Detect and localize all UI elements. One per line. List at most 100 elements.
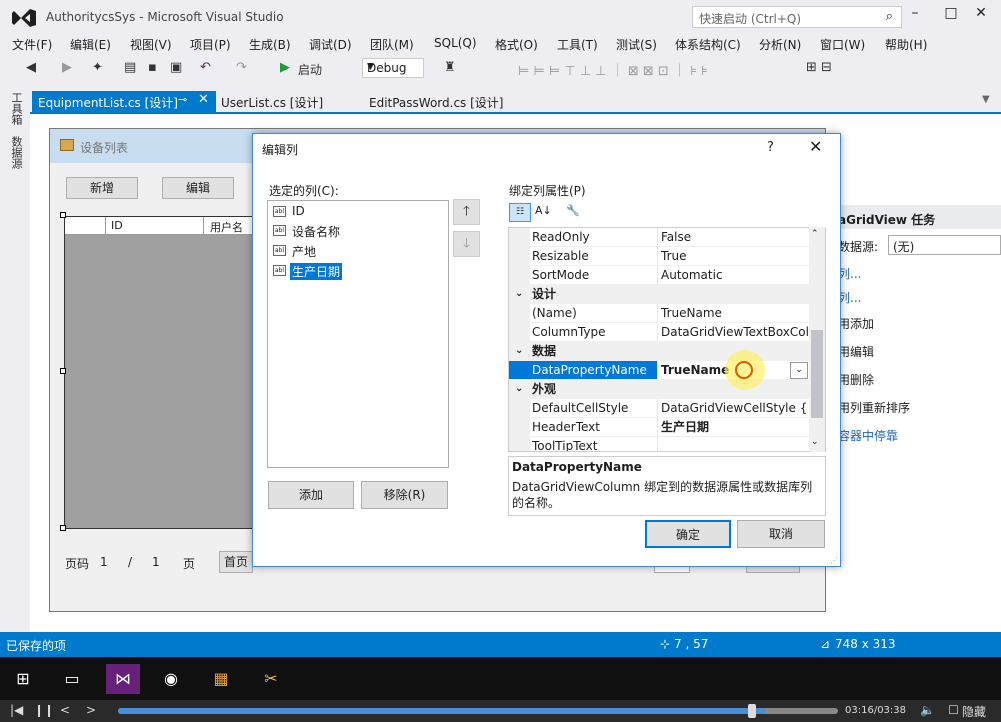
tab-equipment-list[interactable]: EquipmentList.cs [设计] ⊸ ✕ xyxy=(32,91,216,112)
start-play-icon[interactable]: ▶ xyxy=(280,60,290,75)
scroll-down-icon[interactable]: ⌄ xyxy=(811,437,819,447)
resize-handle[interactable] xyxy=(60,368,66,374)
edit-button[interactable]: 编辑 xyxy=(162,177,234,199)
prop-row-readonly[interactable]: ReadOnly False xyxy=(509,228,809,247)
menu-debug[interactable]: 调试(D) xyxy=(309,36,352,53)
media-player-icon[interactable]: ◉ xyxy=(154,664,188,694)
menu-build[interactable]: 生成(B) xyxy=(249,36,291,53)
ok-button[interactable]: 确定 xyxy=(645,520,731,548)
prop-row-sortmode[interactable]: SortMode Automatic xyxy=(509,266,809,285)
start-label[interactable]: 启动 xyxy=(298,61,322,78)
selected-columns-list[interactable] xyxy=(267,200,449,468)
menu-sql[interactable]: SQL(Q) xyxy=(434,36,477,50)
prop-row-defaultcellstyle[interactable]: DefaultCellStyle DataGridViewCellStyle { … xyxy=(509,399,809,418)
menu-tools[interactable]: 工具(T) xyxy=(557,36,598,53)
dock-in-container-link[interactable]: 容器中停靠 xyxy=(838,427,898,444)
add-column-link[interactable]: 列... xyxy=(838,289,861,306)
paint-icon[interactable]: ▦ xyxy=(204,664,238,694)
volume-icon[interactable]: 🔈 xyxy=(920,703,935,717)
search-icon[interactable]: ⌕ xyxy=(886,9,893,24)
menu-file[interactable]: 文件(F) xyxy=(12,36,52,53)
property-pages-icon[interactable]: 🔧 xyxy=(566,204,580,217)
quick-launch-input[interactable]: 快速启动 (Ctrl+Q) ⌕ xyxy=(692,6,902,28)
category-design[interactable]: ⌄ 设计 xyxy=(509,285,809,304)
enable-column-reorder-checkbox[interactable]: 用列重新排序 xyxy=(838,399,910,416)
close-tab-icon[interactable]: ✕ xyxy=(198,92,209,107)
prop-value[interactable] xyxy=(659,437,809,451)
alphabetical-sort-icon[interactable]: A↓ xyxy=(535,204,552,217)
windows-start-icon[interactable]: ⊞ xyxy=(6,664,40,694)
tab-edit-password[interactable]: EditPassWord.cs [设计] xyxy=(369,94,503,111)
save-all-icon[interactable]: ▣ xyxy=(170,60,182,75)
menu-project[interactable]: 项目(P) xyxy=(190,36,231,53)
menu-format[interactable]: 格式(O) xyxy=(495,36,538,53)
cancel-button[interactable]: 取消 xyxy=(737,520,825,548)
find-icon[interactable]: ♜ xyxy=(444,60,456,75)
close-dialog-icon[interactable]: ✕ xyxy=(809,137,822,156)
close-window-button[interactable]: ✕ xyxy=(966,5,996,25)
redo-icon[interactable]: ↷ xyxy=(236,60,247,75)
hide-label[interactable]: 隐藏 xyxy=(962,703,986,720)
resize-handle[interactable] xyxy=(60,212,66,218)
menu-test[interactable]: 测试(S) xyxy=(616,36,657,53)
datasource-select[interactable]: (无) xyxy=(888,235,1001,255)
next-icon[interactable]: > xyxy=(86,703,96,717)
toolbox-tab[interactable]: 工具箱 xyxy=(8,92,23,125)
add-column-button[interactable]: 添加 xyxy=(268,481,354,509)
add-new-button[interactable]: 新增 xyxy=(66,177,138,199)
menu-team[interactable]: 团队(M) xyxy=(370,36,414,53)
menu-edit[interactable]: 编辑(E) xyxy=(70,36,111,53)
resize-handle[interactable] xyxy=(60,525,66,531)
collapse-icon[interactable]: ⌄ xyxy=(515,380,523,398)
resize-grip-icon[interactable]: ⋰ xyxy=(830,556,838,565)
enable-editing-checkbox[interactable]: 用编辑 xyxy=(838,343,874,360)
scrollbar-thumb[interactable] xyxy=(811,330,823,418)
tab-overflow-icon[interactable]: ▼ xyxy=(982,94,990,105)
remove-column-button[interactable]: 移除(R) xyxy=(361,481,448,509)
prop-row-resizable[interactable]: Resizable True xyxy=(509,247,809,266)
pin-icon[interactable]: ⊸ xyxy=(178,93,187,106)
open-file-icon[interactable]: ▤ xyxy=(124,60,136,75)
categorized-view-icon[interactable]: ☷ xyxy=(509,203,531,222)
prop-row-tooltiptext[interactable]: ToolTipText xyxy=(509,437,809,451)
first-page-button[interactable]: 首页 xyxy=(219,551,253,573)
datasource-tab[interactable]: 数据源 xyxy=(8,136,23,169)
enable-deleting-checkbox[interactable]: 用删除 xyxy=(838,371,874,388)
move-down-button[interactable]: 🡓 xyxy=(453,231,480,257)
new-project-icon[interactable]: ✦ xyxy=(92,60,103,75)
back-icon[interactable]: ◀ xyxy=(26,60,36,75)
category-appearance[interactable]: ⌄ 外观 xyxy=(509,380,809,399)
prop-value[interactable]: TrueName xyxy=(659,304,809,323)
prop-value[interactable]: DataGridViewTextBoxColu xyxy=(659,323,809,342)
category-data[interactable]: ⌄ 数据 xyxy=(509,342,809,361)
prop-value[interactable]: Automatic xyxy=(659,266,809,285)
forward-icon[interactable]: ▶ xyxy=(62,60,72,75)
solution-config-select[interactable]: Debug ▼ xyxy=(362,58,424,78)
seek-handle[interactable] xyxy=(748,704,756,718)
visual-studio-taskbar-icon[interactable]: ⋈ xyxy=(106,664,140,694)
prop-value[interactable]: False xyxy=(659,228,809,247)
data-grid-view[interactable] xyxy=(64,216,260,529)
enable-adding-checkbox[interactable]: 用添加 xyxy=(838,315,874,332)
menu-help[interactable]: 帮助(H) xyxy=(885,36,927,53)
task-view-icon[interactable]: ▭ xyxy=(55,664,89,694)
save-icon[interactable]: ▪ xyxy=(148,60,157,75)
maximize-button[interactable]: □ xyxy=(936,5,966,25)
grid-header-username[interactable]: 用户名 xyxy=(210,219,243,235)
prop-row-name[interactable]: (Name) TrueName xyxy=(509,304,809,323)
prop-value[interactable]: DataGridViewCellStyle { } xyxy=(659,399,809,418)
prop-value[interactable]: 生产日期 xyxy=(659,418,809,437)
undo-icon[interactable]: ↶ xyxy=(200,60,211,75)
tab-user-list[interactable]: UserList.cs [设计] xyxy=(221,94,323,111)
chevron-down-icon[interactable]: ⌄ xyxy=(790,362,808,379)
menu-view[interactable]: 视图(V) xyxy=(130,36,172,53)
scroll-up-icon[interactable]: ⌃ xyxy=(811,229,819,239)
align-icon[interactable]: ⊨ ⊨ ⊨ ⊤ ⊥ ⊥ ｜ ⊠ ⊠ ⊡ ｜ ⊧ ⊧ xyxy=(518,60,708,79)
move-up-button[interactable]: 🡑 xyxy=(453,199,480,225)
pause-icon[interactable]: ❙❙ xyxy=(34,703,54,717)
skip-back-icon[interactable]: |◀ xyxy=(10,703,23,717)
prop-row-columntype[interactable]: ColumnType DataGridViewTextBoxColu xyxy=(509,323,809,342)
minimize-button[interactable]: – xyxy=(900,5,930,25)
hide-checkbox-icon[interactable]: ☐ xyxy=(948,703,959,717)
menu-window[interactable]: 窗口(W) xyxy=(820,36,865,53)
